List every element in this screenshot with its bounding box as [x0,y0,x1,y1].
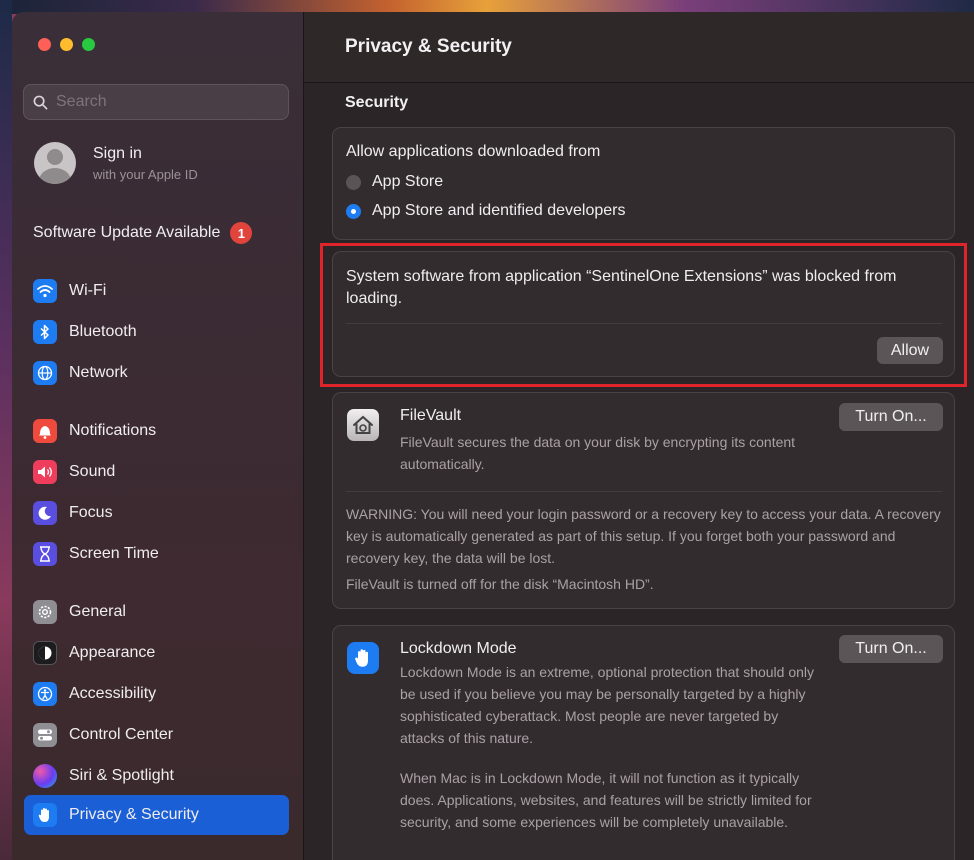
page-title: Privacy & Security [345,36,512,57]
software-update-item[interactable]: Software Update Available 1 [33,222,253,244]
sidebar-item-focus[interactable]: Focus [24,494,289,532]
moon-icon [33,501,57,525]
search-field[interactable] [23,84,289,120]
zoom-button[interactable] [82,38,95,51]
sidebar-item-label: Network [69,364,128,381]
blocked-software-message: System software from application “Sentin… [346,268,897,307]
hourglass-icon [33,542,57,566]
sidebar-item-sound[interactable]: Sound [24,453,289,491]
gear-icon [33,600,57,624]
lockdown-description: Lockdown Mode is an extreme, optional pr… [400,664,815,746]
radio-button-selected[interactable] [346,203,361,219]
radio-button[interactable] [346,174,361,190]
speaker-icon [33,460,57,484]
apple-id-signin[interactable]: Sign in with your Apple ID [34,142,198,184]
bell-icon [33,419,57,443]
lockdown-title: Lockdown Mode [400,640,517,657]
sidebar-item-label: General [69,603,126,620]
sidebar-item-label: Wi-Fi [69,282,107,299]
sidebar-item-privacy-security[interactable]: Privacy & Security [24,795,289,835]
window-controls [38,38,95,51]
accessibility-icon [33,682,57,706]
sidebar-item-label: Privacy & Security [69,806,199,823]
radio-label: App Store and identified developers [372,202,626,219]
sidebar-item-label: Bluetooth [69,323,137,340]
globe-icon [33,361,57,385]
divider [346,323,942,324]
radio-label: App Store [372,173,444,190]
close-button[interactable] [38,38,51,51]
signin-title: Sign in [93,144,142,162]
toggles-icon [33,723,57,747]
hand-icon [347,642,379,674]
search-icon [33,95,48,109]
sidebar-item-network[interactable]: Network [24,354,289,392]
allow-button[interactable]: Allow [877,337,943,364]
sidebar-item-bluetooth[interactable]: Bluetooth [24,313,289,351]
wifi-icon [33,279,57,303]
allow-apps-title: Allow applications downloaded from [346,143,601,160]
filevault-title: FileVault [400,407,462,424]
sidebar-item-control-center[interactable]: Control Center [24,716,289,754]
sidebar-item-label: Sound [69,463,116,480]
sidebar-item-label: Control Center [69,726,174,743]
sidebar-item-label: Screen Time [69,545,159,562]
sidebar-item-wifi[interactable]: Wi-Fi [24,272,289,310]
main-pane: Privacy & Security Security Allow applic… [304,12,974,860]
sidebar-item-label: Siri & Spotlight [69,767,174,784]
sidebar: Sign in with your Apple ID Software Upda… [12,12,304,860]
sidebar-item-label: Accessibility [69,685,157,702]
hand-icon [33,803,57,827]
allow-apps-card: Allow applications downloaded from App S… [332,127,955,240]
update-count-badge: 1 [230,222,253,244]
sidebar-item-appearance[interactable]: Appearance [24,634,289,672]
sidebar-item-siri-spotlight[interactable]: Siri & Spotlight [24,757,289,795]
filevault-warning: WARNING: You will need your login passwo… [346,506,941,566]
lockdown-turn-on-button[interactable]: Turn On... [839,635,943,663]
appearance-icon [33,641,57,665]
signin-subtitle: with your Apple ID [93,166,198,182]
sidebar-item-label: Notifications [69,422,157,439]
sidebar-item-general[interactable]: General [24,593,289,631]
filevault-status: FileVault is turned off for the disk “Ma… [346,576,654,592]
search-input[interactable] [54,92,278,112]
section-title-security: Security [345,94,409,111]
lockdown-description-detail: When Mac is in Lockdown Mode, it will no… [400,770,812,830]
main-header: Privacy & Security [304,12,974,83]
sidebar-item-label: Focus [69,504,113,521]
sidebar-item-label: Appearance [69,644,156,661]
radio-app-store[interactable]: App Store [346,173,443,191]
lockdown-mode-card: Lockdown Mode Lockdown Mode is an extrem… [332,625,955,860]
sidebar-item-notifications[interactable]: Notifications [24,412,289,450]
divider [346,491,942,492]
software-update-label: Software Update Available [33,224,221,241]
filevault-description: FileVault secures the data on your disk … [400,434,796,472]
blocked-software-card: System software from application “Sentin… [332,251,955,377]
filevault-turn-on-button[interactable]: Turn On... [839,403,943,431]
settings-window: Sign in with your Apple ID Software Upda… [12,12,974,860]
house-lock-icon [347,409,379,441]
radio-app-store-identified[interactable]: App Store and identified developers [346,202,626,220]
sidebar-item-accessibility[interactable]: Accessibility [24,675,289,713]
siri-icon [33,764,57,788]
bluetooth-icon [33,320,57,344]
minimize-button[interactable] [60,38,73,51]
avatar [34,142,76,184]
sidebar-item-screen-time[interactable]: Screen Time [24,535,289,573]
filevault-card: FileVault FileVault secures the data on … [332,392,955,609]
desktop-wallpaper-edge [0,0,12,860]
